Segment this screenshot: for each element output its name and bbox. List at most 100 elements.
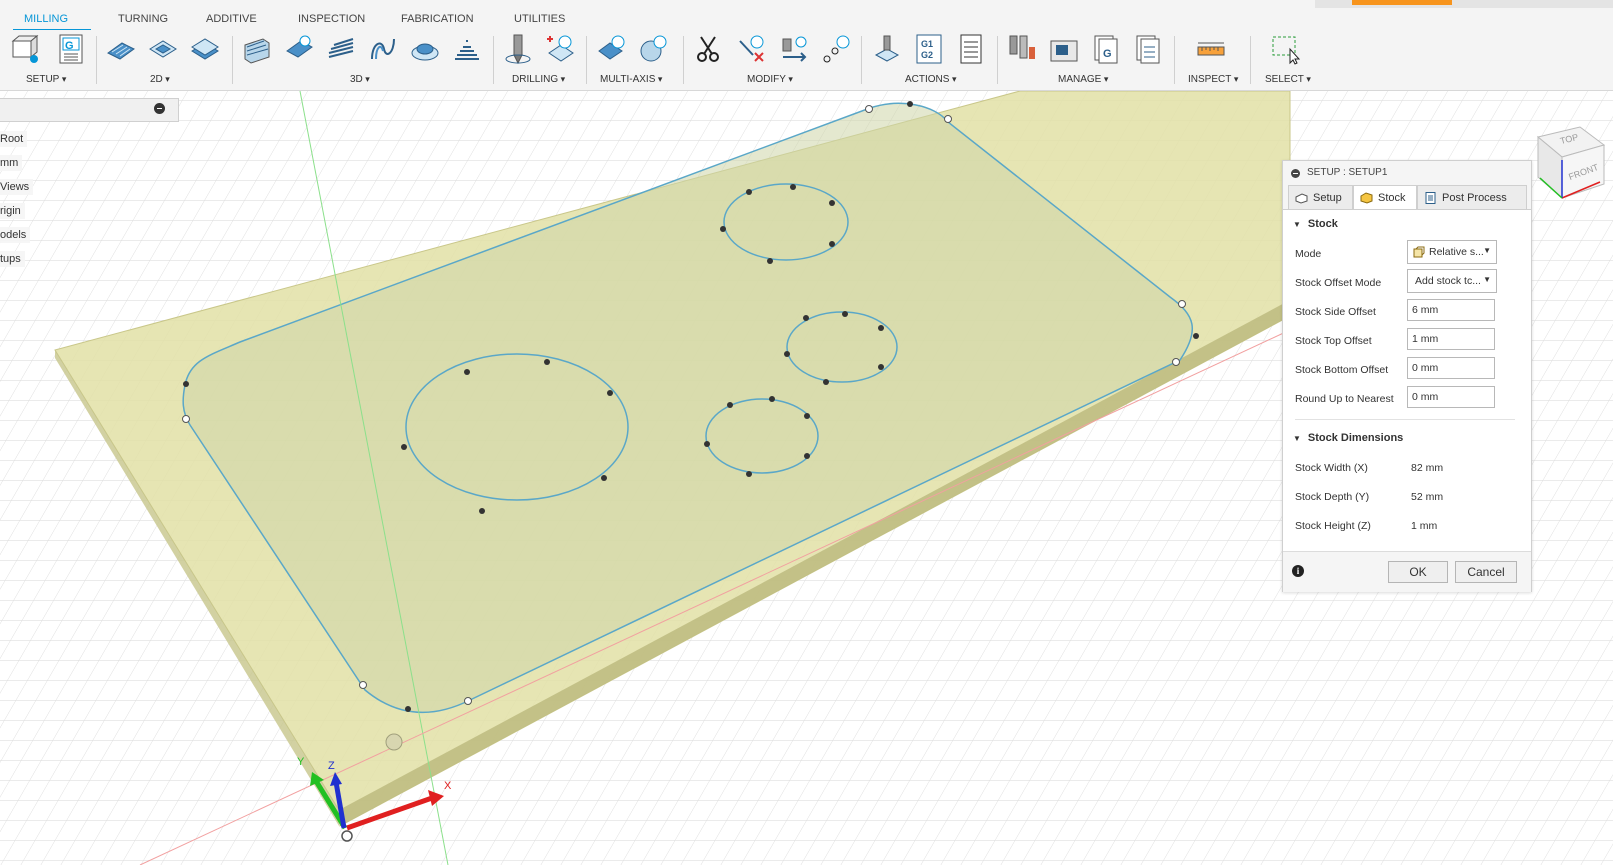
dialog-footer: i OK Cancel [1283, 551, 1531, 592]
steep-and-shallow-icon[interactable] [326, 33, 356, 65]
stock-side-offset-label: Stock Side Offset [1295, 306, 1376, 318]
tab-additive[interactable]: ADDITIVE [206, 13, 257, 25]
tab-setup[interactable]: Setup [1288, 185, 1353, 210]
stock-width-value: 82 mm [1411, 462, 1444, 474]
tab-milling[interactable]: MILLING [24, 13, 68, 25]
toolbar-divider [997, 36, 998, 84]
2d-pocket-icon[interactable] [148, 33, 178, 65]
setup-sheet-icon[interactable] [956, 33, 986, 65]
tab-utilities[interactable]: UTILITIES [514, 13, 565, 25]
top-right-accent-button[interactable] [1352, 0, 1452, 5]
stock-bottom-offset-label: Stock Bottom Offset [1295, 364, 1389, 376]
tab-turning[interactable]: TURNING [118, 13, 168, 25]
setup-menu[interactable]: SETUP [26, 74, 66, 85]
ok-button[interactable]: OK [1388, 561, 1448, 583]
setup-origin-point[interactable] [341, 830, 353, 842]
browser-item-root[interactable]: Root [0, 131, 28, 147]
machine-library-icon[interactable] [1049, 33, 1079, 65]
dialog-body: Stock Mode Relative s...▼ Stock Offset M… [1283, 209, 1531, 592]
pocket-clearing-icon[interactable] [284, 33, 314, 65]
stock-dimensions-header[interactable]: Stock Dimensions [1293, 432, 1403, 444]
toolbar-divider [586, 36, 587, 84]
new-setup-icon[interactable] [10, 33, 40, 65]
chevron-down-icon: ▼ [1483, 275, 1491, 284]
stock-depth-value: 52 mm [1411, 491, 1444, 503]
cut-icon[interactable] [693, 33, 723, 65]
template-library-icon[interactable] [1133, 33, 1163, 65]
tab-post-process[interactable]: Post Process [1417, 185, 1527, 210]
stock-height-label: Stock Height (Z) [1295, 520, 1371, 532]
info-icon[interactable]: i [1292, 565, 1304, 577]
drill-icon[interactable] [503, 33, 533, 65]
stock-width-label: Stock Width (X) [1295, 462, 1368, 474]
swarf-icon[interactable] [596, 33, 626, 65]
simulate-icon[interactable] [872, 33, 902, 65]
browser-item-models[interactable]: odels [0, 227, 31, 243]
select-menu[interactable]: SELECT [1265, 74, 1311, 85]
toolbar-divider [232, 36, 233, 84]
mode-select[interactable]: Relative s... ▼ [1407, 240, 1497, 264]
collapse-icon[interactable] [154, 103, 165, 114]
face-icon[interactable] [190, 33, 220, 65]
2d-menu[interactable]: 2D [150, 74, 170, 85]
toolbar-divider [861, 36, 862, 84]
setup-tab-icon [1295, 193, 1308, 204]
dialog-collapse-icon[interactable] [1291, 169, 1300, 178]
cancel-button[interactable]: Cancel [1455, 561, 1517, 583]
browser-item-origin[interactable]: rigin [0, 203, 25, 219]
round-up-input[interactable] [1407, 386, 1495, 408]
stock-depth-label: Stock Depth (Y) [1295, 491, 1370, 503]
toolbar-divider [683, 36, 684, 84]
toolbar-divider [493, 36, 494, 84]
multi-axis-menu[interactable]: MULTI-AXIS [600, 74, 662, 85]
relative-size-icon [1413, 246, 1425, 258]
stock-tab-icon [1360, 192, 1373, 204]
3d-adaptive-icon[interactable] [242, 33, 272, 65]
mode-label: Mode [1295, 248, 1322, 260]
2d-adaptive-icon[interactable] [106, 33, 136, 65]
ribbon-toolbar: G SETUP 2D 3D DRILLING [0, 30, 1613, 91]
drilling-menu[interactable]: DRILLING [512, 74, 565, 85]
triad-z-label: Z [328, 760, 335, 772]
dialog-title: SETUP : SETUP1 [1307, 167, 1388, 178]
stock-bottom-offset-input[interactable] [1407, 357, 1495, 379]
nc-program-letter: G [65, 40, 74, 52]
stock-section-header[interactable]: Stock [1293, 218, 1338, 230]
toolbar-divider [1174, 36, 1175, 84]
window-select-icon[interactable] [1270, 33, 1300, 65]
move-toolpath-icon[interactable] [779, 33, 809, 65]
post-process-icon[interactable] [914, 33, 944, 65]
stock-side-offset-input[interactable] [1407, 299, 1495, 321]
browser-item-setups[interactable]: tups [0, 251, 25, 267]
post-process-tab-icon [1425, 192, 1436, 204]
scallop-icon[interactable] [410, 33, 440, 65]
actions-menu[interactable]: ACTIONS [905, 74, 956, 85]
parallel-icon[interactable] [452, 33, 482, 65]
delete-toolpath-icon[interactable] [737, 33, 767, 65]
stock-offset-mode-label: Stock Offset Mode [1295, 277, 1382, 289]
manage-menu[interactable]: MANAGE [1058, 74, 1108, 85]
triad-x-label: X [444, 780, 452, 792]
tool-library-icon[interactable] [1007, 33, 1037, 65]
3d-menu[interactable]: 3D [350, 74, 370, 85]
stock-offset-mode-select[interactable]: Add stock tc... ▼ [1407, 269, 1497, 293]
hole-recognition-icon[interactable] [545, 33, 575, 65]
tab-stock[interactable]: Stock [1353, 185, 1417, 210]
measure-icon[interactable] [1196, 33, 1226, 65]
post-library-icon[interactable]: G [1091, 33, 1121, 65]
stock-top-offset-input[interactable] [1407, 328, 1495, 350]
modify-menu[interactable]: MODIFY [747, 74, 793, 85]
round-up-label: Round Up to Nearest [1295, 393, 1394, 405]
inspect-menu[interactable]: INSPECT [1188, 74, 1238, 85]
svg-text:G: G [1103, 48, 1112, 60]
pattern-icon[interactable] [821, 33, 851, 65]
rotary-icon[interactable] [638, 33, 668, 65]
browser-panel-header [0, 98, 179, 122]
tab-fabrication[interactable]: FABRICATION [401, 13, 474, 25]
browser-item-units[interactable]: mm [0, 155, 23, 171]
browser-item-views[interactable]: Views [0, 179, 34, 195]
toolbar-divider [96, 36, 97, 84]
tab-inspection[interactable]: INSPECTION [298, 13, 365, 25]
origin-marker [385, 733, 403, 751]
contour-icon[interactable] [368, 33, 398, 65]
